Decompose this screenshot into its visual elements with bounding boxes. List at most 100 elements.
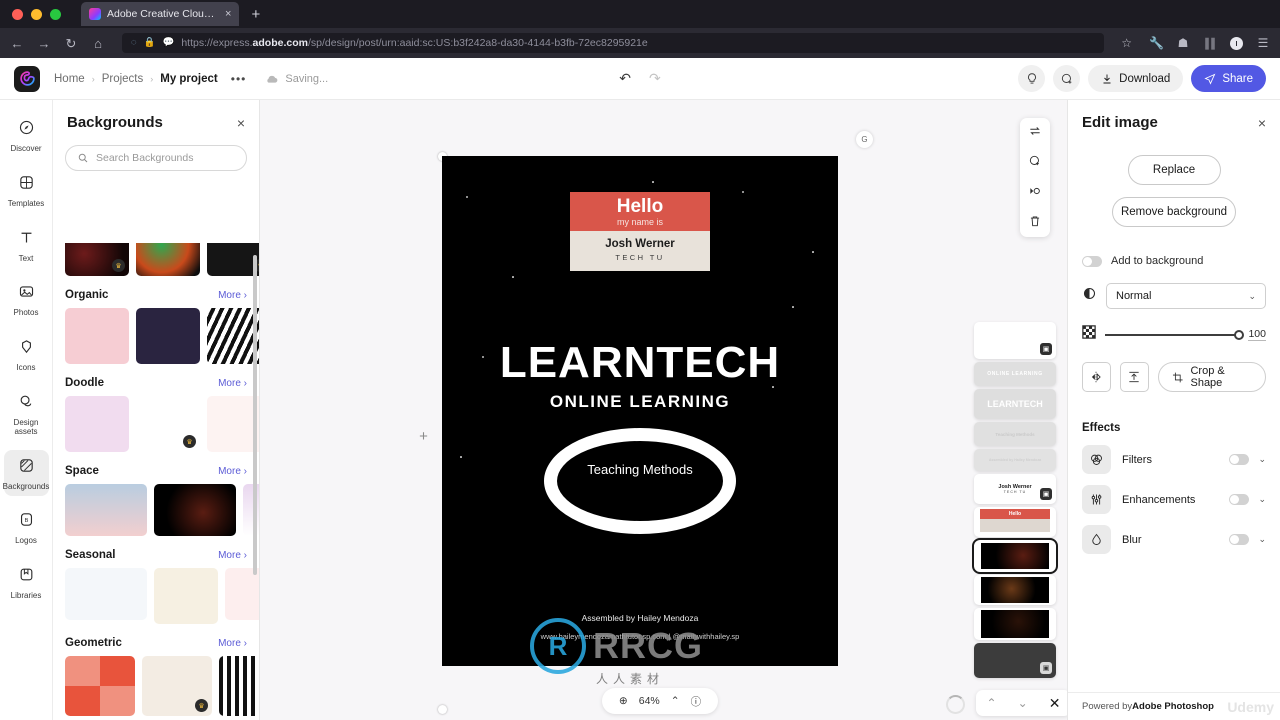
library-icon[interactable]: ∥∥: [1203, 37, 1217, 49]
close-panel-icon[interactable]: ×: [237, 115, 245, 131]
breadcrumb-current-project[interactable]: My project: [160, 73, 218, 85]
effect-row-filters[interactable]: Filters ⌄: [1068, 445, 1280, 474]
brush-label-text[interactable]: Teaching Methods: [442, 462, 838, 477]
nav-down-icon[interactable]: ⌄: [1018, 696, 1028, 710]
canvas-area[interactable]: G + Hello my name is Josh Werner TECH TU…: [260, 100, 1071, 720]
home-icon[interactable]: ⌂: [91, 37, 105, 50]
back-icon[interactable]: ←: [10, 37, 24, 50]
rail-item-photos[interactable]: Photos: [4, 276, 49, 323]
effect-row-enhancements[interactable]: Enhancements ⌄: [1068, 485, 1280, 514]
rail-item-design-assets[interactable]: Design assets: [4, 386, 49, 442]
replace-button[interactable]: Replace: [1127, 155, 1221, 185]
layer-item[interactable]: ONLINE LEARNING: [974, 362, 1056, 386]
rotate-handle[interactable]: G: [856, 131, 873, 148]
rail-item-templates[interactable]: Templates: [4, 167, 49, 214]
background-thumbnail[interactable]: ♛: [136, 396, 200, 452]
chevron-down-icon[interactable]: ⌄: [1258, 494, 1266, 505]
section-more-link[interactable]: More ›: [218, 550, 247, 561]
remove-background-button[interactable]: Remove background: [1112, 197, 1236, 227]
align-button[interactable]: [1119, 362, 1149, 392]
flip-horizontal-button[interactable]: [1082, 362, 1111, 392]
backgrounds-scroll-area[interactable]: ♛ ♛ Organic More › Doodle More ›: [53, 243, 259, 720]
share-button[interactable]: Share: [1191, 65, 1266, 92]
chevron-down-icon[interactable]: ⌄: [1258, 454, 1266, 465]
forward-icon[interactable]: →: [37, 37, 51, 50]
zoom-chevron-icon[interactable]: ⌃: [671, 695, 680, 707]
background-thumbnail[interactable]: ♛: [142, 656, 212, 716]
background-thumbnail[interactable]: [65, 396, 129, 452]
undo-icon[interactable]: ↶: [619, 70, 631, 87]
delete-icon[interactable]: [1028, 214, 1042, 231]
poster-title[interactable]: LEARNTECH: [442, 338, 838, 388]
section-more-link[interactable]: More ›: [218, 378, 247, 389]
layer-item-selected[interactable]: [972, 538, 1058, 574]
breadcrumb-projects[interactable]: Projects: [102, 73, 144, 85]
layer-item[interactable]: ▣: [974, 643, 1056, 678]
add-page-button[interactable]: +: [415, 428, 432, 445]
background-thumbnail[interactable]: [154, 568, 218, 624]
layers-strip[interactable]: ▣ ONLINE LEARNING LEARNTECH Teaching Met…: [972, 322, 1058, 681]
wrench-icon[interactable]: 🔧: [1149, 37, 1164, 49]
close-tab-icon[interactable]: ×: [225, 8, 231, 20]
poster-credit-url[interactable]: www.haileymendozamathtutor.sp.com | @mat…: [442, 632, 838, 641]
effect-row-blur[interactable]: Blur ⌄: [1068, 525, 1280, 554]
pocket-icon[interactable]: ☗: [1176, 37, 1190, 49]
browser-tab[interactable]: Adobe Creative Cloud Express ×: [81, 2, 240, 26]
section-more-link[interactable]: More ›: [218, 290, 247, 301]
new-tab-icon[interactable]: +: [251, 7, 260, 22]
layer-item[interactable]: Hello: [974, 507, 1056, 537]
animate-icon[interactable]: [1028, 184, 1042, 201]
background-thumbnail[interactable]: [136, 308, 200, 364]
background-thumbnail[interactable]: [65, 308, 129, 364]
rail-item-icons[interactable]: Icons: [4, 331, 49, 378]
rail-item-backgrounds[interactable]: Backgrounds: [3, 449, 49, 497]
permissions-icon[interactable]: 💬: [163, 38, 175, 48]
nav-close-icon[interactable]: ✕: [1049, 695, 1061, 712]
design-canvas[interactable]: Hello my name is Josh Werner TECH TU LEA…: [442, 156, 838, 666]
shield-icon[interactable]: ◌: [131, 38, 137, 48]
section-more-link[interactable]: More ›: [218, 466, 247, 477]
layer-item[interactable]: ▣: [974, 322, 1056, 359]
nav-up-icon[interactable]: ⌃: [987, 696, 997, 710]
layer-item[interactable]: [974, 608, 1056, 640]
adobe-express-logo-icon[interactable]: [14, 65, 40, 92]
blend-mode-select[interactable]: Normal ⌄: [1106, 283, 1266, 309]
page-nav-controls[interactable]: ⌃ ⌄ ✕: [976, 690, 1071, 716]
background-thumbnail[interactable]: [154, 484, 236, 536]
chevron-down-icon[interactable]: ⌄: [1258, 534, 1266, 545]
background-thumbnail[interactable]: [207, 396, 259, 452]
name-badge[interactable]: Hello my name is Josh Werner TECH TU: [570, 192, 710, 271]
info-icon[interactable]: ⓘ: [691, 694, 702, 709]
window-controls[interactable]: [0, 8, 61, 20]
tips-lightbulb-icon[interactable]: [1018, 65, 1046, 92]
search-backgrounds-input[interactable]: Search Backgrounds: [65, 145, 247, 171]
zoom-controls[interactable]: ⊕ 64% ⌃ ⓘ: [602, 688, 718, 714]
background-thumbnail[interactable]: [207, 308, 259, 364]
enhancements-toggle[interactable]: [1229, 494, 1250, 505]
close-window-button[interactable]: [12, 8, 23, 20]
background-thumbnail[interactable]: [65, 656, 135, 716]
add-to-background-toggle[interactable]: [1082, 255, 1102, 267]
layer-item[interactable]: LEARNTECH: [974, 389, 1056, 419]
opacity-slider[interactable]: [1105, 329, 1245, 340]
layer-item[interactable]: Teaching Methods: [974, 422, 1056, 446]
poster-subtitle[interactable]: ONLINE LEARNING: [442, 392, 838, 412]
opacity-slider-knob[interactable]: [1234, 329, 1245, 340]
redo-icon[interactable]: ↷: [649, 70, 661, 87]
background-thumbnail[interactable]: [65, 484, 147, 536]
duplicate-icon[interactable]: [1028, 154, 1042, 171]
background-thumbnail[interactable]: [65, 568, 147, 620]
selection-handle-bottom-left[interactable]: [438, 705, 447, 714]
close-edit-panel-icon[interactable]: ×: [1258, 115, 1266, 131]
background-thumbnail[interactable]: [136, 243, 200, 276]
rail-item-libraries[interactable]: Libraries: [4, 559, 49, 606]
maximize-window-button[interactable]: [50, 8, 61, 20]
background-thumbnail[interactable]: ♛: [65, 243, 129, 276]
download-button[interactable]: Download: [1088, 65, 1184, 92]
panel-scrollbar[interactable]: [253, 255, 257, 575]
opacity-value[interactable]: 100: [1248, 328, 1266, 341]
project-more-menu-icon[interactable]: •••: [231, 72, 247, 86]
layer-item[interactable]: Assembled by Hailey Mendoza: [974, 449, 1056, 471]
section-more-link[interactable]: More ›: [218, 638, 247, 649]
invite-collaborator-icon[interactable]: [1053, 65, 1081, 92]
